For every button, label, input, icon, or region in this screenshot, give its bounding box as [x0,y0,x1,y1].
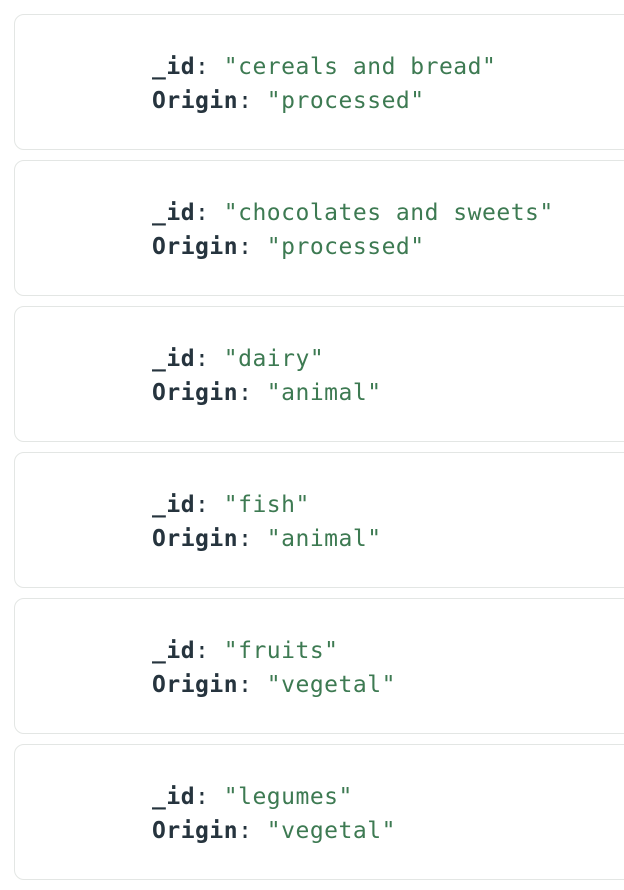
id-field-key: _id [152,54,196,80]
document-card[interactable]: _id: "legumes" Origin: "vegetal" [14,744,624,880]
origin-field-row: Origin: "animal" [152,378,382,412]
origin-field-key: Origin [152,818,239,844]
origin-field-row: Origin: "processed" [152,86,496,120]
document-card[interactable]: _id: "fish" Origin: "animal" [14,452,624,588]
id-field-value[interactable]: "fruits" [224,638,339,664]
document-card[interactable]: _id: "fruits" Origin: "vegetal" [14,598,624,734]
document-fields: _id: "fruits" Origin: "vegetal" [152,636,396,704]
id-field-key: _id [152,784,196,810]
id-field-key: _id [152,200,196,226]
id-field-row: _id: "cereals and bread" [152,52,496,86]
document-fields: _id: "cereals and bread" Origin: "proces… [152,52,496,120]
field-separator: : [238,672,267,698]
origin-field-row: Origin: "processed" [152,232,554,266]
id-field-row: _id: "chocolates and sweets" [152,198,554,232]
origin-field-value[interactable]: "vegetal" [267,672,396,698]
origin-field-row: Origin: "vegetal" [152,816,396,850]
field-separator: : [195,638,224,664]
origin-field-key: Origin [152,526,239,552]
origin-field-row: Origin: "vegetal" [152,670,396,704]
document-card[interactable]: _id: "chocolates and sweets" Origin: "pr… [14,160,624,296]
id-field-value[interactable]: "cereals and bread" [224,54,497,80]
id-field-row: _id: "legumes" [152,782,396,816]
id-field-row: _id: "fruits" [152,636,396,670]
id-field-value[interactable]: "legumes" [224,784,353,810]
document-list: _id: "cereals and bread" Origin: "proces… [14,14,624,890]
origin-field-key: Origin [152,234,239,260]
document-card[interactable]: _id: "cereals and bread" Origin: "proces… [14,14,624,150]
field-separator: : [195,784,224,810]
id-field-value[interactable]: "fish" [224,492,310,518]
document-fields: _id: "dairy" Origin: "animal" [152,344,382,412]
origin-field-key: Origin [152,380,239,406]
origin-field-key: Origin [152,88,239,114]
field-separator: : [238,234,267,260]
origin-field-value[interactable]: "processed" [267,234,425,260]
origin-field-value[interactable]: "animal" [267,380,382,406]
id-field-row: _id: "dairy" [152,344,382,378]
document-fields: _id: "chocolates and sweets" Origin: "pr… [152,198,554,266]
origin-field-key: Origin [152,672,239,698]
document-fields: _id: "fish" Origin: "animal" [152,490,382,558]
field-separator: : [195,492,224,518]
field-separator: : [238,380,267,406]
field-separator: : [238,526,267,552]
id-field-key: _id [152,346,196,372]
field-separator: : [238,88,267,114]
field-separator: : [238,818,267,844]
field-separator: : [195,200,224,226]
document-card[interactable]: _id: "dairy" Origin: "animal" [14,306,624,442]
field-separator: : [195,346,224,372]
id-field-key: _id [152,492,196,518]
origin-field-value[interactable]: "vegetal" [267,818,396,844]
origin-field-value[interactable]: "animal" [267,526,382,552]
id-field-row: _id: "fish" [152,490,382,524]
document-fields: _id: "legumes" Origin: "vegetal" [152,782,396,850]
field-separator: : [195,54,224,80]
id-field-value[interactable]: "chocolates and sweets" [224,200,554,226]
origin-field-value[interactable]: "processed" [267,88,425,114]
id-field-key: _id [152,638,196,664]
id-field-value[interactable]: "dairy" [224,346,324,372]
origin-field-row: Origin: "animal" [152,524,382,558]
